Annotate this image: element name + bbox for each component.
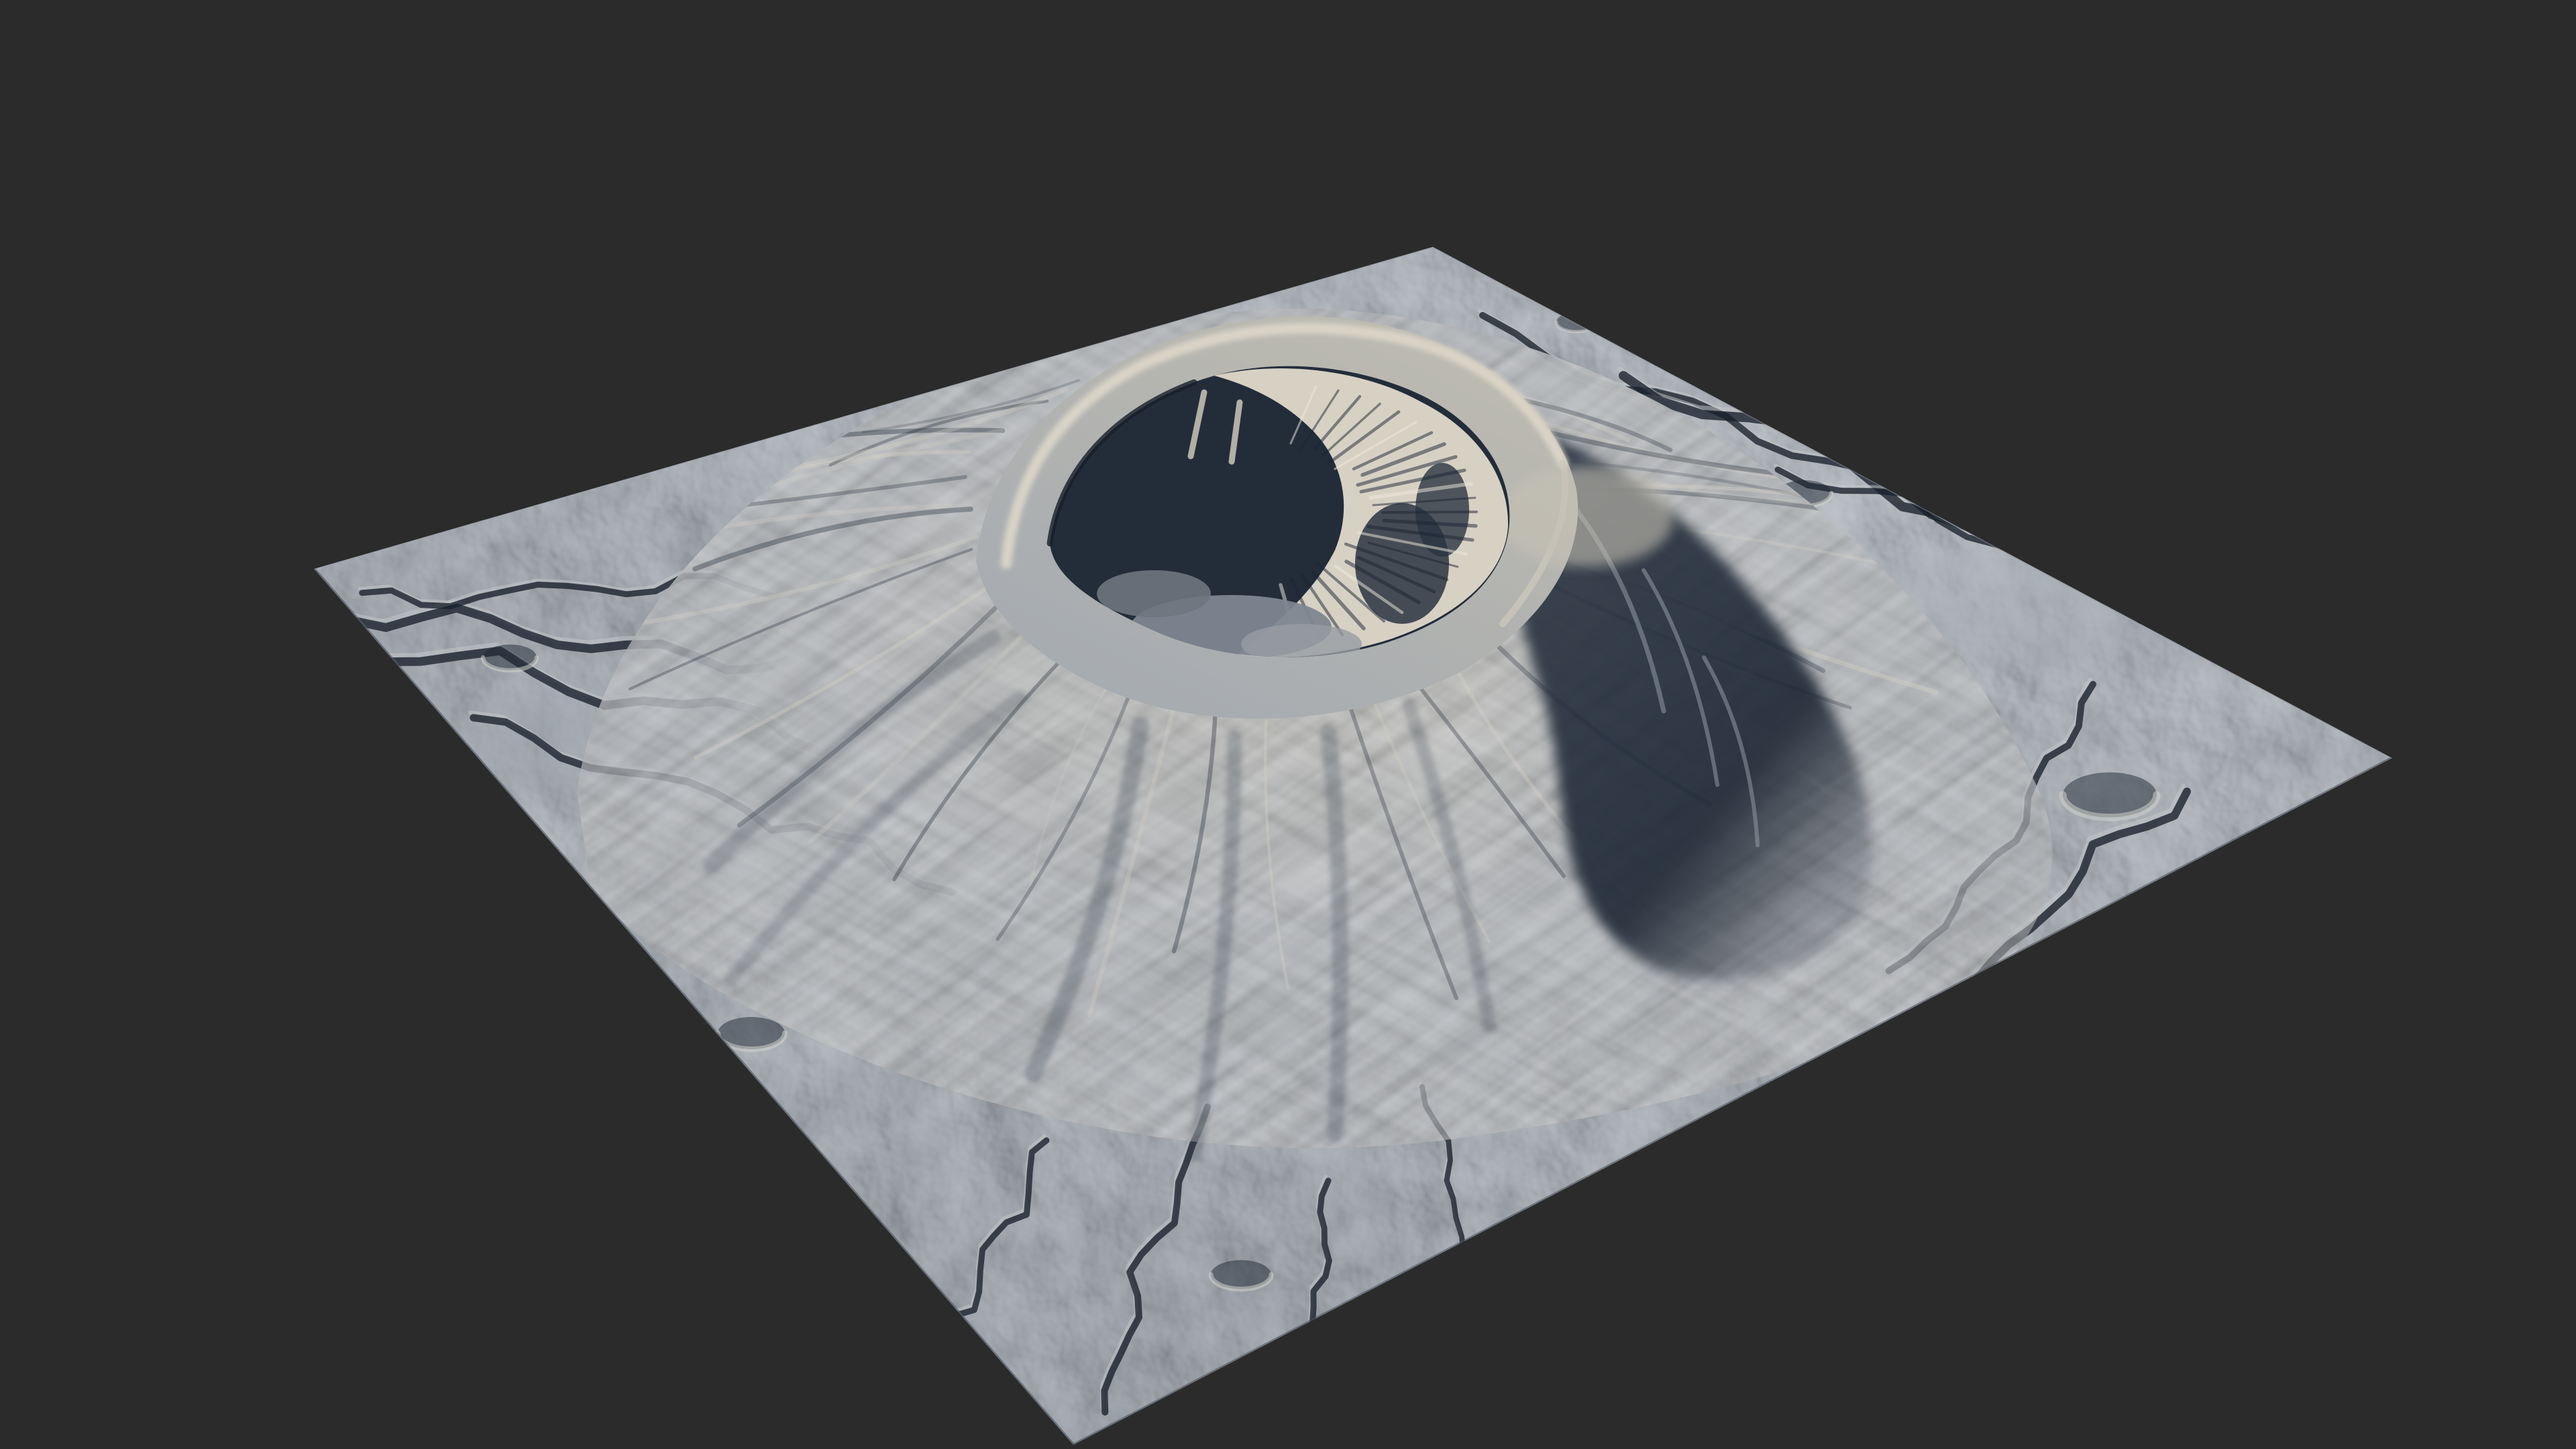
render-viewport[interactable] [0,0,2576,1449]
inner-wall-shadow-blob-2 [1415,463,1469,557]
crater-wall-groove [1383,512,1477,513]
rim-outer-lit-patch [1499,466,1674,567]
crater-floor-patch-2 [1097,570,1211,617]
terrain-render-svg [0,0,2576,1449]
